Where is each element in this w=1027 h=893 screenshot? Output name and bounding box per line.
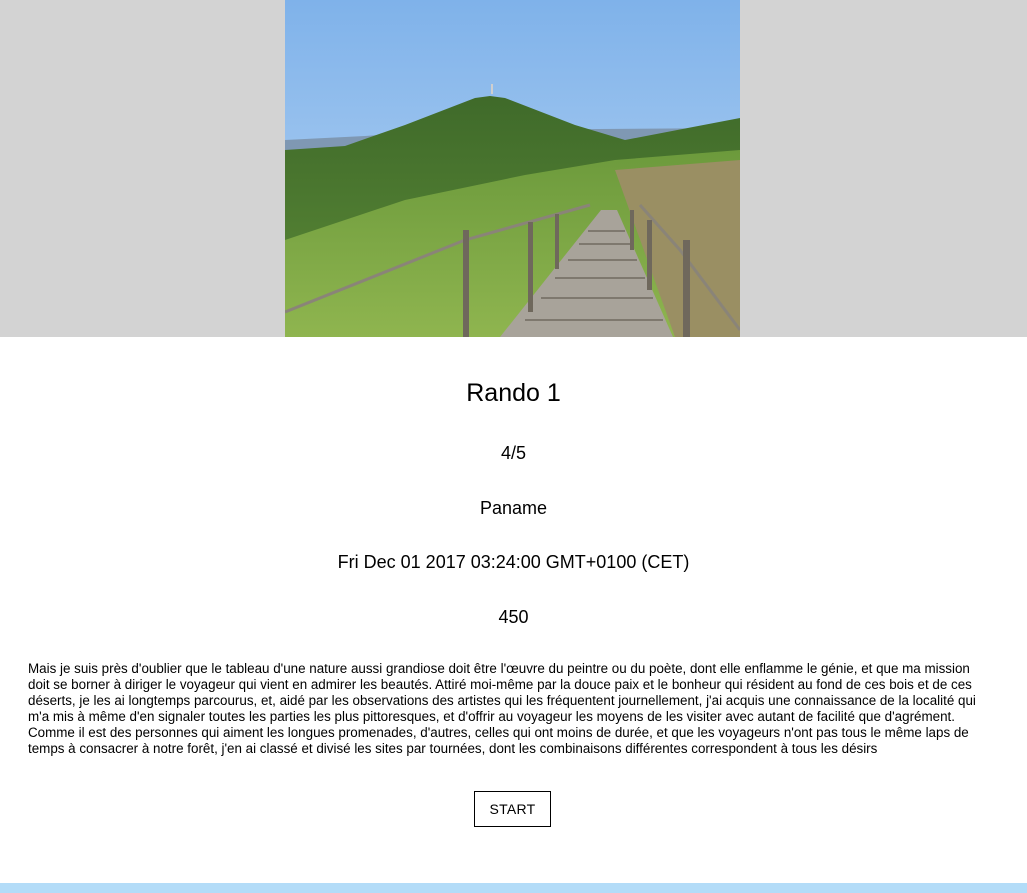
hike-title: Rando 1 — [466, 379, 561, 407]
hero-banner — [0, 0, 1027, 337]
hike-photo — [285, 0, 740, 337]
hike-distance: 450 — [498, 607, 529, 627]
hike-difficulty: 4/5 — [500, 443, 527, 463]
hike-city: Paname — [479, 498, 548, 518]
start-button[interactable]: START — [474, 791, 551, 827]
bottom-bar — [0, 883, 1027, 893]
hike-date: Fri Dec 01 2017 03:24:00 GMT+0100 (CET) — [337, 552, 690, 572]
hike-description: Mais je suis près d'oublier que le table… — [28, 661, 976, 756]
